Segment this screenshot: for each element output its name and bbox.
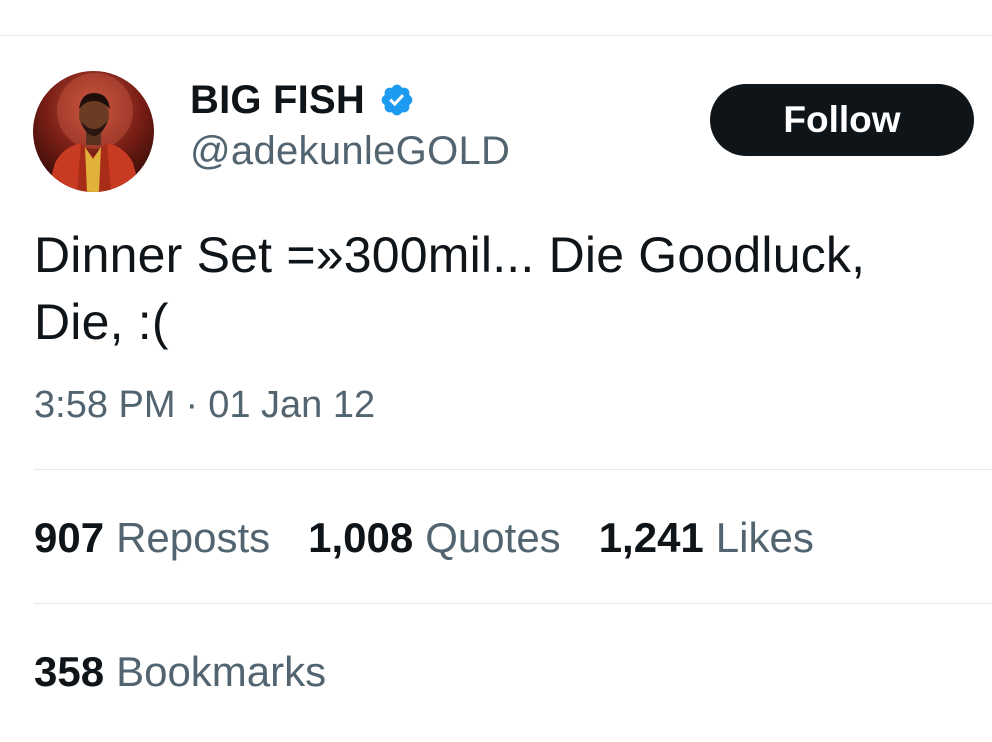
tweet-text-line: Dinner Set =»300mil... Die Goodluck, [34, 227, 866, 283]
likes-count: 1,241 [598, 514, 704, 561]
bookmarks-label: Bookmarks [116, 648, 327, 695]
tweet-timestamp[interactable]: 3:58 PM · 01 Jan 12 [34, 384, 375, 427]
tweet-date[interactable]: 01 Jan 12 [208, 384, 375, 427]
tweet-time[interactable]: 3:58 PM [34, 384, 176, 427]
engagement-stats: 907 Reposts 1,008 Quotes 1,241 Likes [34, 514, 852, 562]
likes-stat[interactable]: 1,241 Likes [599, 514, 814, 562]
avatar[interactable] [33, 71, 154, 192]
verified-badge-icon [379, 82, 415, 118]
top-divider [0, 35, 992, 36]
tweet-text-line: Die, :( [34, 294, 169, 350]
likes-label: Likes [715, 514, 814, 561]
reposts-count: 907 [34, 514, 105, 561]
quotes-count: 1,008 [308, 514, 414, 561]
divider [34, 603, 992, 604]
quotes-stat[interactable]: 1,008 Quotes [308, 514, 561, 562]
reposts-label: Reposts [116, 514, 271, 561]
meta-separator: · [185, 384, 199, 426]
follow-button[interactable]: Follow [710, 84, 974, 156]
user-handle[interactable]: @adekunleGOLD [190, 129, 510, 174]
divider [34, 469, 992, 470]
bookmarks-stat[interactable]: 358 Bookmarks [34, 648, 326, 696]
reposts-stat[interactable]: 907 Reposts [34, 514, 270, 562]
tweet-text: Dinner Set =»300mil... Die Goodluck, Die… [34, 222, 979, 356]
author-block: BIG FISH @adekunleGOLD [190, 75, 510, 174]
display-name[interactable]: BIG FISH [190, 78, 365, 123]
quotes-label: Quotes [425, 514, 561, 561]
avatar-image [47, 73, 141, 192]
name-row: BIG FISH [190, 75, 510, 125]
bookmarks-count: 358 [34, 648, 105, 695]
